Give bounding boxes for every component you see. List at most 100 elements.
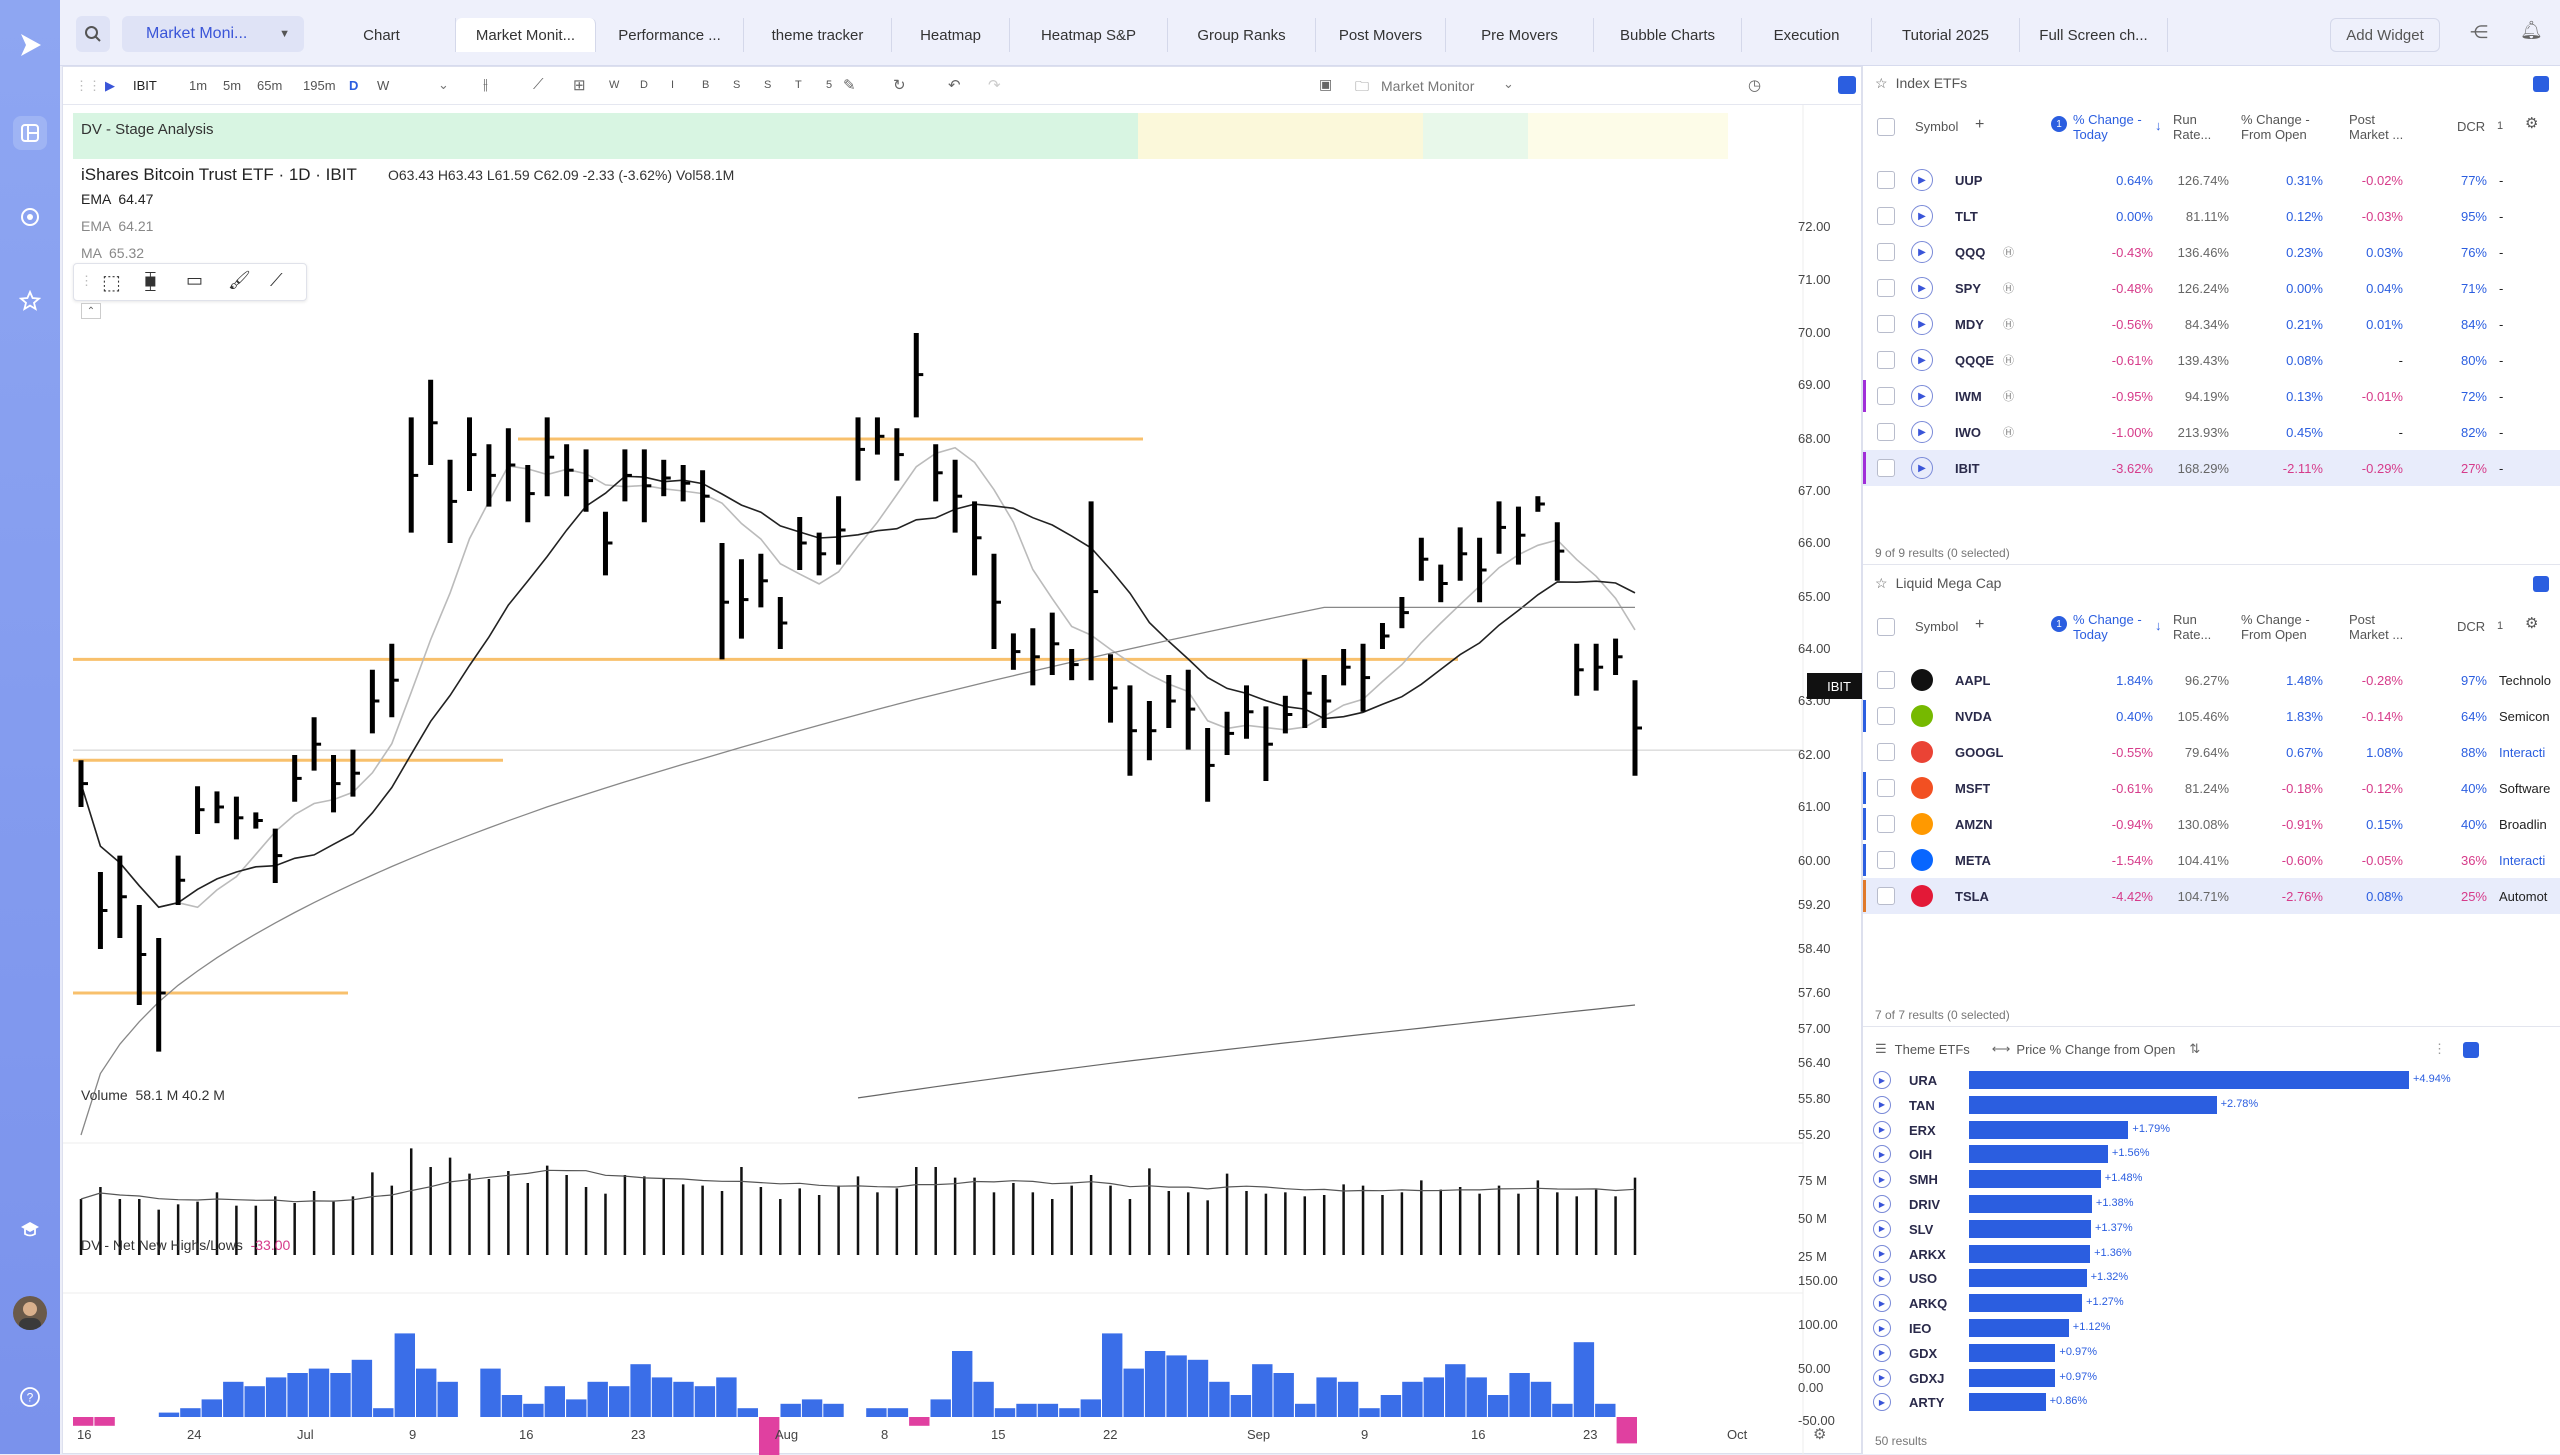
row-checkbox[interactable] [1877, 851, 1895, 869]
ohlc-bar[interactable] [331, 755, 341, 813]
tab-group-ranks[interactable]: Group Ranks [1168, 18, 1316, 52]
theme-row[interactable]: ▶ DRIV +1.38% [1863, 1192, 2560, 1217]
drag-handle-icon[interactable]: ⋮ [80, 273, 93, 289]
star-icon[interactable] [13, 284, 47, 318]
rectangle-tool-icon[interactable]: ⬚ [102, 270, 121, 295]
row-checkbox[interactable] [1877, 423, 1895, 441]
ohlc-bar[interactable] [1613, 638, 1623, 675]
ohlc-bar[interactable] [700, 470, 710, 523]
symbol-cell[interactable]: IWO [1955, 414, 1981, 450]
row-checkbox[interactable] [1877, 671, 1895, 689]
table-row[interactable]: AAPL 1.84% 96.27% 1.48% -0.28% 97% Technolo [1863, 662, 2560, 698]
clock-icon[interactable]: ◷ [1748, 76, 1761, 94]
play-icon[interactable]: ▶ [1873, 1145, 1891, 1164]
interval-1m[interactable]: 1m [189, 78, 207, 93]
ohlc-bar[interactable] [447, 459, 458, 543]
interval-65m[interactable]: 65m [257, 78, 282, 93]
tab-performance[interactable]: Performance ... [596, 18, 744, 52]
collapse-button[interactable]: ⌃ [81, 303, 101, 319]
brush-tool-icon[interactable]: 🖌︎ [228, 270, 251, 291]
target-icon[interactable] [13, 200, 47, 234]
table-row[interactable]: AMZN -0.94% 130.08% -0.91% 0.15% 40% Broadlin [1863, 806, 2560, 842]
add-symbol-icon[interactable]: + [1975, 617, 1984, 633]
ohlc-bar[interactable] [78, 760, 88, 807]
play-icon[interactable]: ▶ [1873, 1343, 1891, 1362]
column-change-today[interactable]: % Change - Today [2073, 612, 2153, 642]
ohlc-bar[interactable] [311, 717, 322, 771]
ohlc-bar[interactable] [913, 333, 924, 418]
ohlc-bar[interactable] [1263, 706, 1273, 781]
tab-market-monit[interactable]: Market Monit... [456, 18, 596, 52]
chevron-down-icon[interactable]: ⌄ [438, 77, 449, 93]
candles-tool-icon[interactable]: ⧯ [144, 270, 157, 293]
row-checkbox[interactable] [1877, 779, 1895, 797]
play-icon[interactable]: ▶ [1873, 1244, 1891, 1263]
play-icon[interactable]: ▶ [1873, 1294, 1891, 1313]
ohlc-bar[interactable] [1418, 537, 1429, 581]
table-row[interactable]: ▶ IBIT -3.62% 168.29% -2.11% -0.29% 27% - [1863, 450, 2560, 486]
ohlc-bar[interactable] [389, 643, 399, 718]
color-swatch[interactable] [2533, 76, 2549, 92]
ohlc-bar[interactable] [525, 465, 535, 523]
column-post-market[interactable]: Post Market ... [2349, 112, 2411, 142]
ohlc-bar[interactable] [894, 428, 904, 481]
ohlc-bar[interactable] [233, 796, 244, 840]
tool-letter[interactable]: 5 [826, 79, 832, 91]
ohlc-bar[interactable] [214, 791, 224, 824]
layout-selector[interactable]: Market Moni... ▼ [122, 16, 304, 52]
row-checkbox[interactable] [1877, 171, 1895, 189]
ohlc-bar[interactable] [738, 559, 749, 639]
ohlc-bar[interactable] [1282, 695, 1293, 734]
ohlc-bar[interactable] [1010, 633, 1021, 670]
color-swatch[interactable] [2463, 1042, 2479, 1058]
symbol-cell[interactable]: NVDA [1955, 698, 1992, 734]
play-icon[interactable]: ▶ [1873, 1071, 1891, 1089]
graduation-cap-icon[interactable] [13, 1212, 47, 1246]
ohlc-bar[interactable] [1535, 496, 1545, 512]
symbol-cell[interactable]: QQQ [1955, 234, 1985, 270]
ohlc-bar[interactable] [1244, 685, 1254, 739]
star-icon[interactable]: ☆ [1875, 75, 1888, 92]
select-all-checkbox[interactable] [1877, 618, 1895, 636]
row-checkbox[interactable] [1877, 387, 1895, 405]
bell-icon[interactable]: 🔔︎ [2520, 20, 2543, 41]
tool-letter[interactable]: D [640, 79, 648, 91]
table-row[interactable]: TSLA -4.42% 104.71% -2.76% 0.08% 25% Automot [1863, 878, 2560, 914]
tool-letter[interactable]: T [795, 79, 802, 91]
table-row[interactable]: ▶ TLT 0.00% 81.11% 0.12% -0.03% 95% - [1863, 198, 2560, 234]
price-chart[interactable] [63, 105, 1863, 1455]
theme-row[interactable]: ▶ OIH +1.56% [1863, 1142, 2560, 1167]
ohlc-bar[interactable] [428, 379, 438, 465]
undo-icon[interactable]: ↶ [948, 76, 961, 94]
dashboard-icon[interactable] [13, 116, 47, 150]
ohlc-bar[interactable] [136, 905, 147, 1005]
ohlc-bar[interactable] [505, 428, 516, 502]
row-checkbox[interactable] [1877, 207, 1895, 225]
color-swatch[interactable] [1838, 76, 1856, 94]
column-extra[interactable]: 1 [2497, 119, 2503, 134]
ohlc-bar[interactable] [369, 669, 380, 734]
ohlc-bar[interactable] [195, 786, 205, 834]
sort-indicator-icon[interactable]: 1 [2051, 116, 2067, 132]
play-icon[interactable]: ▶ [1911, 349, 1933, 371]
ohlc-bar[interactable] [1108, 654, 1118, 723]
tab-full-screen-ch[interactable]: Full Screen ch... [2020, 18, 2168, 52]
settings-gear-icon[interactable]: ⚙ [1813, 1425, 1826, 1443]
trend-icon[interactable]: ⟋ [533, 76, 544, 93]
ohlc-bar[interactable] [680, 465, 691, 502]
ohlc-bar[interactable] [1379, 623, 1390, 649]
theme-row[interactable]: ▶ TAN +2.78% [1863, 1093, 2560, 1118]
settings-gear-icon[interactable]: ⚙ [2525, 616, 2538, 631]
tool-letter[interactable]: S [764, 79, 771, 91]
row-checkbox[interactable] [1877, 815, 1895, 833]
ohlc-bar[interactable] [97, 872, 108, 949]
play-icon[interactable]: ▶ [1873, 1095, 1891, 1114]
indicator-ma[interactable]: MA 65.32 [81, 245, 144, 261]
more-icon[interactable]: ⋮ [2433, 1041, 2446, 1057]
ohlc-bar[interactable] [544, 417, 555, 497]
tool-letter[interactable]: W [609, 79, 619, 91]
row-checkbox[interactable] [1877, 459, 1895, 477]
ohlc-bar[interactable] [874, 417, 885, 455]
ohlc-bar[interactable] [486, 444, 496, 507]
table-row[interactable]: META -1.54% 104.41% -0.60% -0.05% 36% Interact… [1863, 842, 2560, 878]
